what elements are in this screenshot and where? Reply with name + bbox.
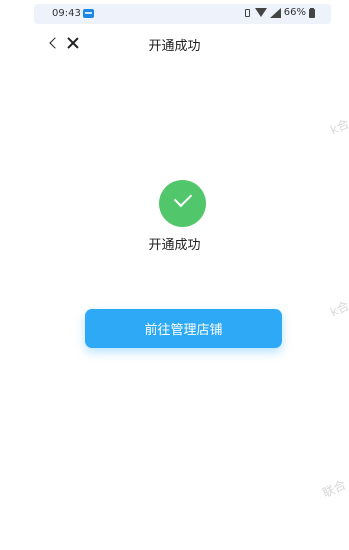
signal-icon [269,7,281,18]
nav-bar: 开通成功 [0,28,349,58]
watermark: k合 [328,298,349,320]
wifi-icon [254,8,267,17]
app-notification-icon [83,9,94,18]
watermark: 联合 [320,477,349,501]
success-check-icon [159,180,206,227]
status-bar: 09:43 66% [34,4,331,24]
success-message: 开通成功 [148,238,201,253]
battery-level: 66% [283,7,306,18]
battery-icon [309,7,315,18]
vibrate-icon [243,8,252,18]
go-manage-store-button[interactable]: 前往管理店铺 [85,309,282,348]
watermark: k合 [328,116,349,138]
status-time: 09:43 [52,8,81,19]
status-icons: 66% [243,7,315,18]
page-title: 开通成功 [148,39,201,54]
